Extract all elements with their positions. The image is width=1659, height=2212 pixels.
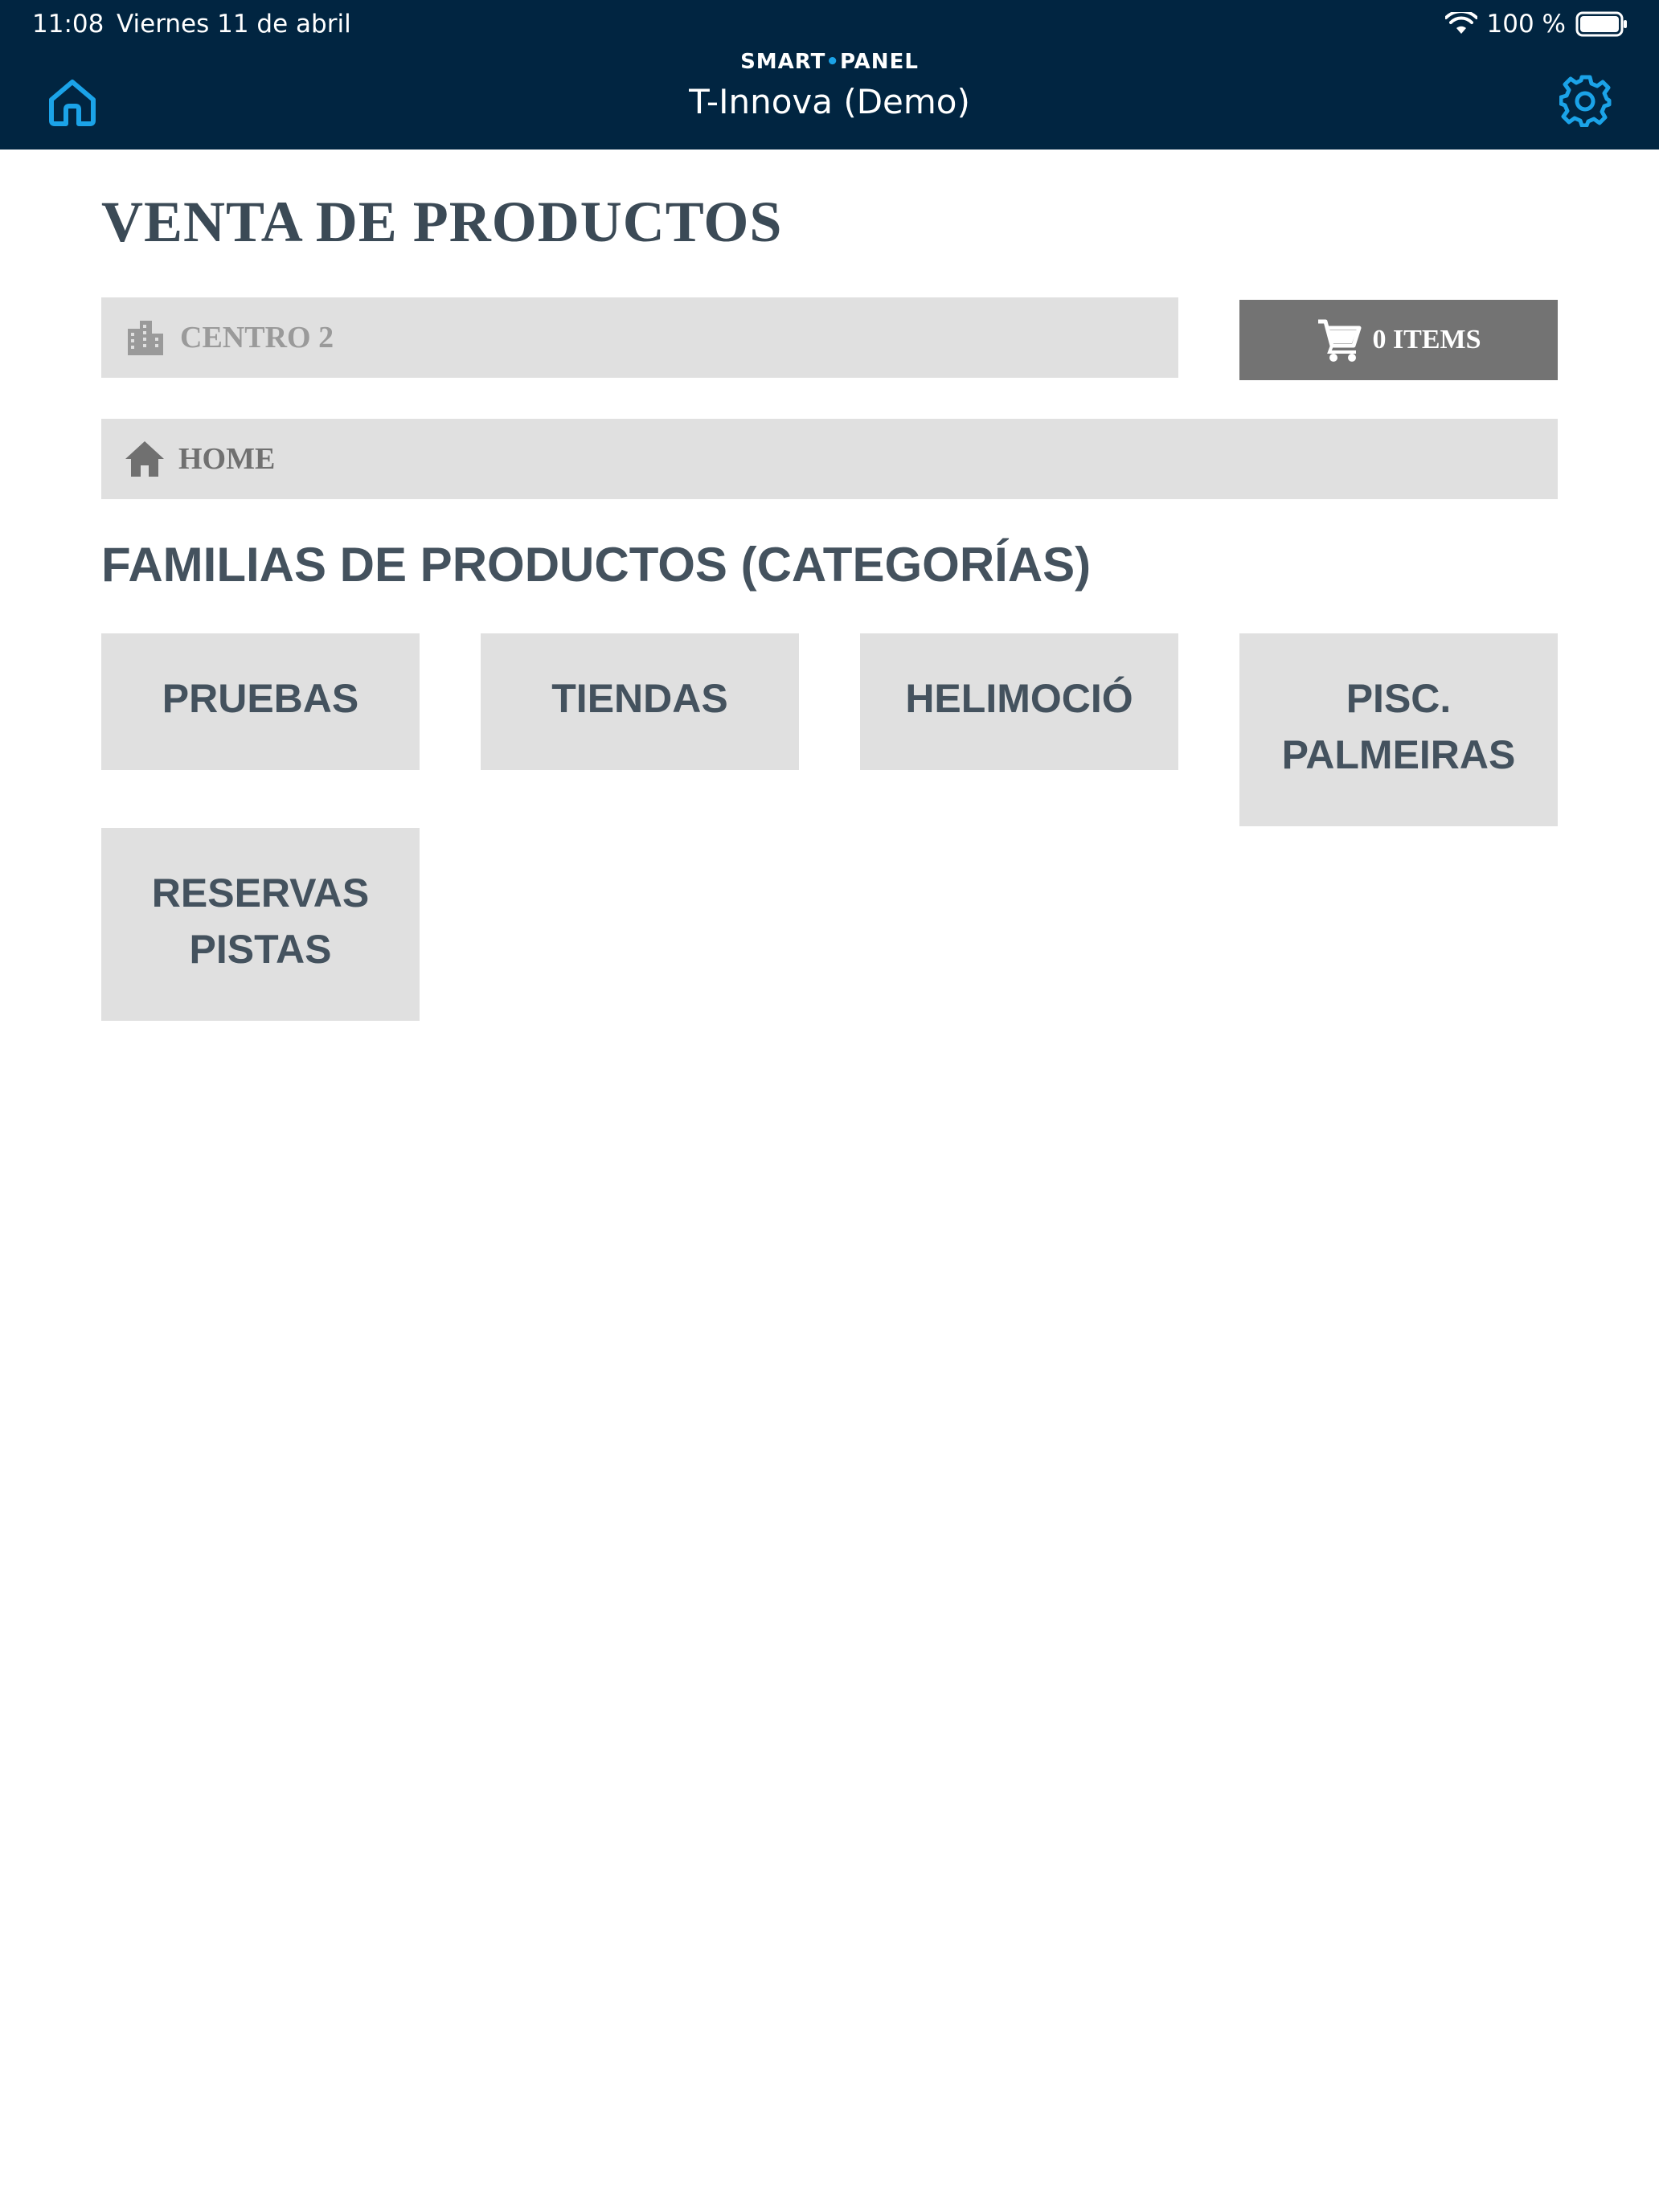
status-date: Viernes 11 de abril — [117, 10, 351, 39]
center-name: CENTRO 2 — [180, 321, 334, 354]
category-tile[interactable]: RESERVAS PISTAS — [101, 828, 420, 1021]
section-title: FAMILIAS DE PRODUCTOS (CATEGORÍAS) — [101, 538, 1092, 592]
category-label: PISC. PALMEIRAS — [1281, 676, 1516, 777]
category-tile[interactable]: PRUEBAS — [101, 633, 420, 770]
center-selector[interactable]: CENTRO 2 — [101, 297, 1178, 378]
page-title: VENTA DE PRODUCTOS — [101, 190, 783, 254]
battery-icon — [1575, 11, 1627, 37]
app-title: T-Innova (Demo) — [689, 82, 970, 121]
breadcrumb-label: HOME — [178, 442, 276, 476]
brand-right: PANEL — [840, 50, 919, 74]
battery-level: 100 % — [1486, 10, 1566, 39]
top-bar: 11:08 Viernes 11 de abril 100 % SMART•PA… — [0, 0, 1659, 150]
category-label: HELIMOCIÓ — [905, 676, 1133, 721]
home-outline-icon — [49, 80, 96, 126]
status-time: 11:08 — [32, 10, 104, 39]
home-button[interactable] — [47, 76, 98, 127]
status-indicators: 100 % — [1444, 8, 1628, 40]
gear-icon — [1559, 75, 1612, 127]
cart-icon — [1318, 319, 1362, 362]
brand-logo: SMART•PANEL — [0, 50, 1659, 74]
breadcrumb-home[interactable]: HOME — [101, 419, 1558, 499]
category-label: PRUEBAS — [162, 676, 359, 721]
brand-dot: • — [825, 50, 841, 74]
category-tile[interactable]: PISC. PALMEIRAS — [1239, 633, 1558, 826]
settings-button[interactable] — [1559, 74, 1612, 127]
category-label: RESERVAS PISTAS — [151, 870, 370, 972]
brand-left: SMART — [740, 50, 826, 74]
category-tile[interactable]: HELIMOCIÓ — [860, 633, 1178, 770]
category-label: TIENDAS — [551, 676, 728, 721]
wifi-icon — [1444, 12, 1477, 34]
building-icon — [128, 321, 163, 355]
cart-button[interactable]: 0 ITEMS — [1239, 300, 1558, 380]
home-icon — [125, 441, 164, 477]
cart-count: 0 ITEMS — [1372, 325, 1481, 354]
category-tile[interactable]: TIENDAS — [481, 633, 799, 770]
